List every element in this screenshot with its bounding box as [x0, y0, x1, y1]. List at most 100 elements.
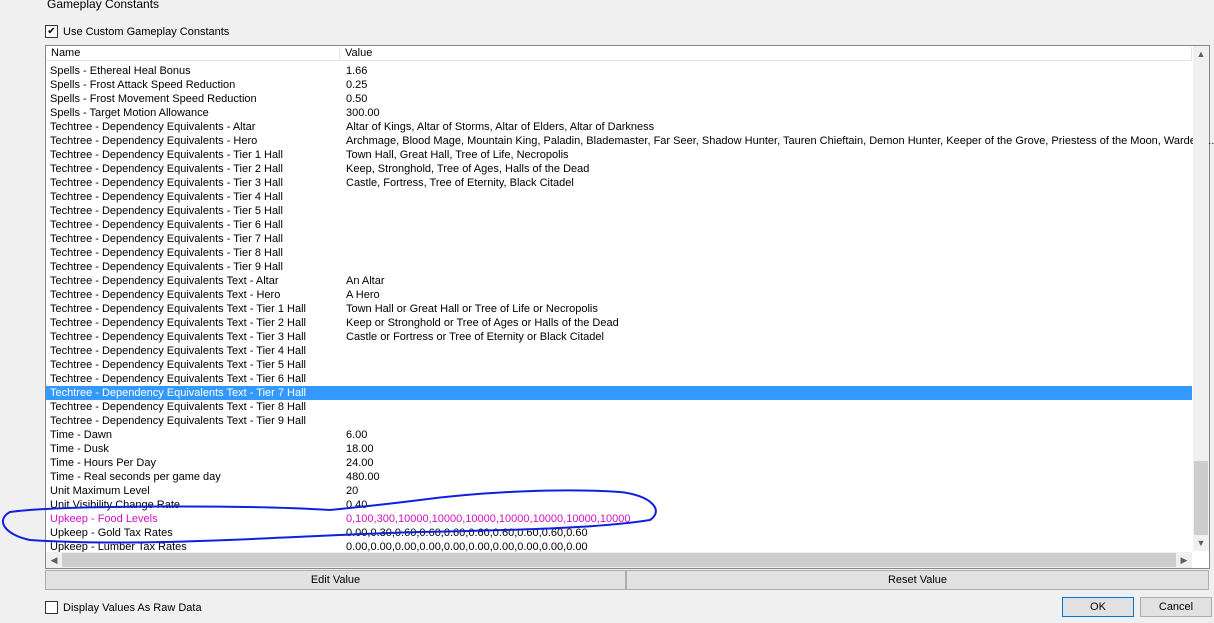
list-row[interactable]: Techtree - Dependency Equivalents Text -… [46, 386, 1192, 400]
list-row[interactable]: Techtree - Dependency Equivalents Text -… [46, 302, 1192, 316]
row-value: Archmage, Blood Mage, Mountain King, Pal… [346, 135, 1214, 147]
scroll-left-icon[interactable]: ◀ [46, 552, 62, 568]
list-row[interactable]: Time - Real seconds per game day 480.00 [46, 470, 1192, 484]
row-value: Keep, Stronghold, Tree of Ages, Halls of… [346, 163, 590, 175]
ok-button[interactable]: OK [1062, 597, 1134, 617]
row-value: 20 [346, 485, 359, 497]
vertical-scrollbar[interactable]: ▲ ▼ [1193, 46, 1209, 551]
row-name: Techtree - Dependency Equivalents - Tier… [50, 261, 283, 273]
row-value: An Altar [346, 275, 385, 287]
list-row[interactable]: Techtree - Dependency Equivalents - Tier… [46, 176, 1192, 190]
constants-list[interactable]: Name Value Spells - Ethereal Heal Bonus 1… [45, 45, 1214, 569]
raw-data-label: Display Values As Raw Data [63, 601, 202, 614]
row-name: Techtree - Dependency Equivalents Text -… [50, 401, 306, 413]
row-name: Techtree - Dependency Equivalents Text -… [50, 387, 306, 399]
row-name: Techtree - Dependency Equivalents - Tier… [50, 219, 283, 231]
list-row[interactable]: Techtree - Dependency Equivalents Text -… [46, 288, 1192, 302]
row-value: 0.50 [346, 93, 368, 105]
row-name: Techtree - Dependency Equivalents - Tier… [50, 163, 283, 175]
row-name: Upkeep - Gold Tax Rates [50, 527, 173, 539]
row-value: 6.00 [346, 429, 368, 441]
horizontal-scrollbar[interactable]: ◀ ▶ [46, 552, 1192, 568]
use-custom-label: Use Custom Gameplay Constants [63, 25, 230, 38]
list-row[interactable]: Techtree - Dependency Equivalents - Tier… [46, 162, 1192, 176]
checkbox-checked-icon[interactable]: ✔ [45, 25, 58, 38]
scroll-right-icon[interactable]: ▶ [1176, 552, 1192, 568]
list-row[interactable]: Techtree - Dependency Equivalents - Tier… [46, 232, 1192, 246]
row-name: Spells - Target Motion Allowance [50, 107, 209, 119]
row-name: Unit Visibility Change Rate [50, 499, 181, 511]
list-row[interactable]: Techtree - Dependency Equivalents - Tier… [46, 218, 1192, 232]
list-row[interactable]: Techtree - Dependency Equivalents Text -… [46, 344, 1192, 358]
row-name: Techtree - Dependency Equivalents - Tier… [50, 177, 283, 189]
row-name: Techtree - Dependency Equivalents Text -… [50, 303, 306, 315]
list-row[interactable]: Upkeep - Food Levels 0,100,300,10000,1000… [46, 512, 1192, 526]
row-name: Techtree - Dependency Equivalents Text -… [50, 415, 306, 427]
list-row[interactable]: Spells - Ethereal Heal Bonus 1.66 [46, 64, 1192, 78]
list-row[interactable]: Techtree - Dependency Equivalents Text -… [46, 400, 1192, 414]
list-row[interactable]: Techtree - Dependency Equivalents - Alta… [46, 120, 1192, 134]
row-name: Techtree - Dependency Equivalents - Tier… [50, 247, 283, 259]
list-row[interactable]: Techtree - Dependency Equivalents - Tier… [46, 190, 1192, 204]
row-name: Techtree - Dependency Equivalents - Tier… [50, 233, 283, 245]
list-row[interactable]: Techtree - Dependency Equivalents - Tier… [46, 148, 1192, 162]
list-row[interactable]: Spells - Frost Movement Speed Reduction 0… [46, 92, 1192, 106]
list-row[interactable]: Unit Visibility Change Rate 0.40 [46, 498, 1192, 512]
list-row[interactable]: Upkeep - Gold Tax Rates 0.00,0.30,0.60,0.… [46, 526, 1192, 540]
row-name: Spells - Frost Movement Speed Reduction [50, 93, 257, 105]
list-row[interactable]: Techtree - Dependency Equivalents Text -… [46, 330, 1192, 344]
column-header-name[interactable]: Name [46, 47, 340, 60]
list-row[interactable]: Spells - Frost Attack Speed Reduction 0.2… [46, 78, 1192, 92]
row-value: 18.00 [346, 443, 374, 455]
row-value: Castle or Fortress or Tree of Eternity o… [346, 331, 604, 343]
list-row[interactable]: Time - Hours Per Day 24.00 [46, 456, 1192, 470]
list-row[interactable]: Time - Dusk 18.00 [46, 442, 1192, 456]
list-row[interactable]: Techtree - Dependency Equivalents Text -… [46, 414, 1192, 428]
row-value: 300.00 [346, 107, 380, 119]
list-row[interactable]: Spells - Target Motion Allowance 300.00 [46, 106, 1192, 120]
list-row[interactable]: Techtree - Dependency Equivalents Text -… [46, 316, 1192, 330]
row-value: 24.00 [346, 457, 374, 469]
row-name: Time - Real seconds per game day [50, 471, 221, 483]
row-name: Techtree - Dependency Equivalents Text -… [50, 359, 306, 371]
row-name: Unit Maximum Level [50, 485, 150, 497]
list-row[interactable]: Unit Maximum Level 20 [46, 484, 1192, 498]
list-row[interactable]: Techtree - Dependency Equivalents Text -… [46, 358, 1192, 372]
row-name: Techtree - Dependency Equivalents Text -… [50, 289, 281, 301]
row-value: Altar of Kings, Altar of Storms, Altar o… [346, 121, 655, 133]
row-value: 0.00,0.30,0.60,0.60,0.60,0.60,0.60,0.60,… [346, 527, 588, 539]
list-row[interactable]: Techtree - Dependency Equivalents Text -… [46, 372, 1192, 386]
list-row[interactable]: Techtree - Dependency Equivalents - Tier… [46, 204, 1192, 218]
row-name: Upkeep - Food Levels [50, 513, 158, 525]
column-header-value[interactable]: Value [340, 47, 1192, 60]
row-name: Techtree - Dependency Equivalents Text -… [50, 331, 306, 343]
raw-data-checkbox[interactable]: Display Values As Raw Data [45, 601, 202, 614]
edit-value-button[interactable]: Edit Value [45, 570, 626, 590]
list-header: Name Value [46, 46, 1192, 61]
row-name: Techtree - Dependency Equivalents Text -… [50, 317, 306, 329]
row-name: Techtree - Dependency Equivalents - Alta… [50, 121, 256, 133]
row-name: Techtree - Dependency Equivalents - Hero [50, 135, 258, 147]
scroll-thumb[interactable] [1194, 461, 1208, 535]
row-name: Techtree - Dependency Equivalents Text -… [50, 345, 306, 357]
cancel-button[interactable]: Cancel [1140, 597, 1212, 617]
row-name: Time - Dusk [50, 443, 109, 455]
list-row[interactable]: Techtree - Dependency Equivalents Text -… [46, 274, 1192, 288]
row-value: Keep or Stronghold or Tree of Ages or Ha… [346, 317, 619, 329]
scroll-down-icon[interactable]: ▼ [1193, 535, 1209, 551]
list-row[interactable]: Techtree - Dependency Equivalents - Hero… [46, 134, 1214, 148]
row-name: Techtree - Dependency Equivalents - Tier… [50, 191, 283, 203]
list-row[interactable]: Techtree - Dependency Equivalents - Tier… [46, 260, 1192, 274]
row-name: Time - Hours Per Day [50, 457, 156, 469]
row-value: Town Hall, Great Hall, Tree of Life, Nec… [346, 149, 569, 161]
window-title: Gameplay Constants [47, 0, 160, 11]
list-row[interactable]: Time - Dawn 6.00 [46, 428, 1192, 442]
reset-value-button[interactable]: Reset Value [626, 570, 1209, 590]
list-row[interactable]: Techtree - Dependency Equivalents - Tier… [46, 246, 1192, 260]
scroll-up-icon[interactable]: ▲ [1193, 46, 1209, 62]
row-name: Techtree - Dependency Equivalents - Tier… [50, 205, 283, 217]
hscroll-thumb[interactable] [62, 553, 1176, 567]
use-custom-checkbox[interactable]: ✔ Use Custom Gameplay Constants [45, 25, 229, 38]
checkbox-unchecked-icon[interactable] [45, 601, 58, 614]
row-value: 0.25 [346, 79, 368, 91]
